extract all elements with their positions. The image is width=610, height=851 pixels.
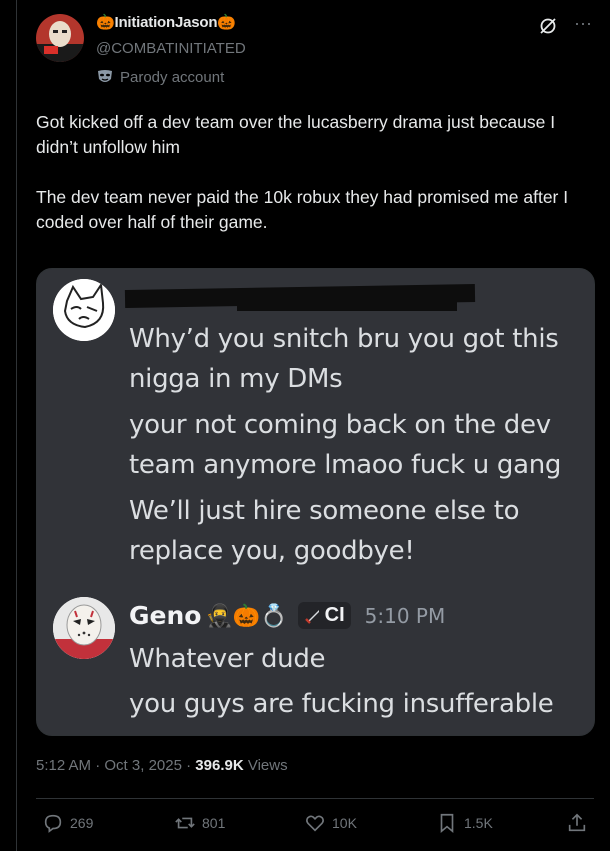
pumpkin-emoji: 🎃 <box>96 14 115 31</box>
author-handle[interactable]: @COMBATINITIATED <box>96 40 246 57</box>
reply-author-emojis: 🥷🎃💍 <box>205 602 288 628</box>
pumpkin-emoji: 🎃 <box>217 14 236 31</box>
tweet-meta: 5:12 AM · Oct 3, 2025 · 396.9K Views <box>36 757 288 774</box>
cat-avatar <box>53 279 115 341</box>
views-label: Views <box>247 757 288 774</box>
message-text: We’ll just hire someone else to replace … <box>129 496 520 566</box>
tweet-text: Got kicked off a dev team over the lucas… <box>36 110 586 260</box>
message-timestamp: 5:10 PM <box>364 603 446 628</box>
tweet-time[interactable]: 5:12 AM <box>36 757 91 774</box>
like-button[interactable]: 10K <box>304 812 357 834</box>
share-button[interactable] <box>566 812 588 834</box>
author-avatar[interactable] <box>36 14 84 62</box>
message-text: you guys are fucking insufferable <box>129 689 554 719</box>
author-name-row[interactable]: 🎃 InitiationJason 🎃 <box>96 14 236 31</box>
parody-label: Parody account <box>96 68 224 86</box>
repost-count: 801 <box>202 815 226 831</box>
redacted-username <box>237 299 457 311</box>
tweet-paragraph: Got kicked off a dev team over the lucas… <box>36 112 560 157</box>
reply-count: 269 <box>70 815 94 831</box>
bookmark-button[interactable]: 1.5K <box>436 812 493 834</box>
sword-icon <box>304 609 319 624</box>
tweet-date[interactable]: Oct 3, 2025 <box>104 757 182 774</box>
repost-button[interactable]: 801 <box>174 812 225 834</box>
author-display-name[interactable]: InitiationJason <box>114 14 217 31</box>
repost-icon <box>175 817 195 829</box>
bookmark-icon <box>440 813 454 834</box>
heart-icon <box>306 815 324 832</box>
mask-icon <box>98 70 112 82</box>
message-text: Whatever dude <box>129 644 326 674</box>
divider <box>36 798 594 799</box>
role-label: CI <box>324 604 345 626</box>
message-text: your not coming back on the dev team any… <box>129 410 562 480</box>
like-count: 10K <box>332 815 357 831</box>
reply-button[interactable]: 269 <box>42 812 93 834</box>
reply-author-name: Geno <box>129 601 202 630</box>
grok-icon[interactable] <box>538 16 558 36</box>
action-bar: 269 801 10K 1.5K <box>36 812 594 842</box>
role-badge: CI <box>297 602 351 629</box>
views-count: 396.9K <box>195 757 244 774</box>
message-text: Why’d you snitch bru you got this nigga … <box>129 324 559 394</box>
tweet-media-image[interactable]: Why’d you snitch bru you got this nigga … <box>36 268 595 736</box>
tweet-paragraph: The dev team never paid the 10k robux th… <box>36 187 573 232</box>
reply-header: Geno 🥷🎃💍 CI 5:10 PM <box>129 601 445 630</box>
share-icon <box>568 813 586 832</box>
hockey-mask-avatar <box>53 597 115 659</box>
bookmark-count: 1.5K <box>464 815 493 831</box>
more-options-icon[interactable]: ··· <box>572 14 594 36</box>
reply-icon <box>44 814 62 833</box>
parody-text: Parody account <box>120 68 225 86</box>
